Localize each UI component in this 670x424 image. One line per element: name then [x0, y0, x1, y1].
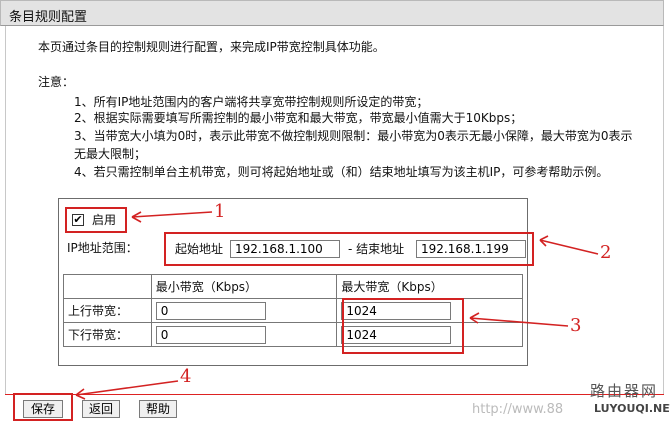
watermark-url: http://www.88	[472, 402, 564, 417]
annotation-number-3: 3	[570, 315, 582, 336]
watermark-site: LUYOUQI.NET	[594, 402, 670, 415]
arrow-4-line	[75, 380, 179, 396]
annotation-arrows	[75, 211, 599, 400]
watermark-brand: 路由器网	[590, 382, 659, 400]
arrow-3-line	[469, 317, 569, 327]
arrow-2-line	[539, 239, 599, 255]
annotation-number-1: 1	[214, 201, 226, 222]
annotation-number-4: 4	[180, 366, 192, 387]
arrow-1-line	[131, 211, 213, 218]
annotation-number-2: 2	[600, 242, 612, 263]
